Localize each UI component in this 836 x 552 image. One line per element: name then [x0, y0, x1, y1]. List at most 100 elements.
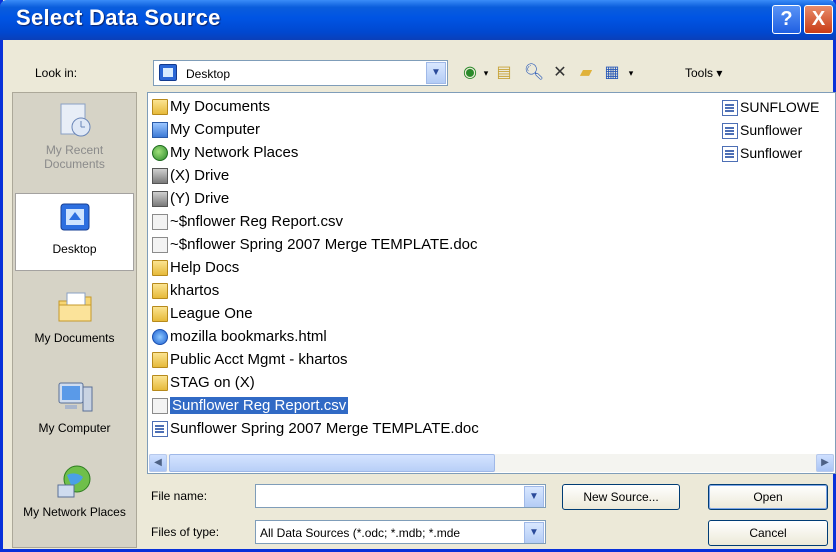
file-name: (Y) Drive — [170, 190, 230, 207]
file-name: Sunflower Spring 2007 Merge TEMPLATE.doc — [170, 420, 479, 437]
list-item[interactable]: My Documents — [152, 96, 270, 118]
tools-label: Tools — [685, 66, 714, 80]
horizontal-scrollbar[interactable]: ◀ ▶ — [149, 454, 834, 472]
folder-icon — [152, 283, 168, 300]
file-name: My Network Places — [170, 144, 299, 161]
file-icon — [152, 237, 168, 254]
list-item[interactable]: STAG on (X) — [152, 372, 255, 394]
place-desktop[interactable]: Desktop — [15, 193, 134, 271]
file-name-input[interactable]: ▼ — [255, 484, 546, 508]
new-source-button[interactable]: New Source... — [562, 484, 680, 510]
network-drive-icon — [152, 168, 168, 185]
folder-icon — [152, 260, 168, 277]
list-item[interactable]: Sunflower — [722, 119, 802, 141]
folder-icon — [152, 352, 168, 369]
list-item[interactable]: Public Acct Mgmt - khartos — [152, 349, 348, 371]
chevron-down-icon[interactable]: ▼ — [524, 486, 544, 507]
place-my-documents[interactable]: My Documents — [15, 289, 134, 357]
file-name: League One — [170, 305, 253, 322]
file-name: My Documents — [170, 98, 271, 115]
select-data-source-dialog: Select Data Source ? X Look in: Desktop … — [0, 0, 836, 552]
look-in-label: Look in: — [35, 66, 78, 80]
file-name: Public Acct Mgmt - khartos — [170, 351, 348, 368]
place-recent-documents[interactable]: My Recent Documents — [15, 101, 134, 191]
list-item[interactable]: SUNFLOWE — [722, 96, 819, 118]
word-document-icon — [152, 421, 168, 438]
cancel-button[interactable]: Cancel — [708, 520, 828, 546]
file-name-label: File name: — [151, 489, 208, 503]
list-item[interactable]: Sunflower — [722, 142, 802, 164]
title-bar: Select Data Source ? X — [0, 0, 836, 40]
file-name: (X) Drive — [170, 167, 230, 184]
folder-icon — [152, 306, 168, 323]
back-dropdown-icon[interactable]: ▾ — [481, 60, 491, 86]
open-button[interactable]: Open — [708, 484, 828, 510]
help-button[interactable]: ? — [772, 5, 801, 34]
file-name: mozilla bookmarks.html — [170, 328, 327, 345]
my-computer-icon — [55, 379, 95, 417]
list-item[interactable]: (Y) Drive — [152, 188, 229, 210]
tools-menu[interactable]: Tools ▾ — [685, 66, 722, 80]
file-name: My Computer — [170, 121, 261, 138]
list-item[interactable]: Sunflower Spring 2007 Merge TEMPLATE.doc — [152, 418, 479, 440]
back-icon[interactable]: ◉ — [459, 60, 481, 86]
file-name: ~$nflower Reg Report.csv — [170, 213, 343, 230]
views-dropdown-icon[interactable]: ▾ — [625, 60, 637, 86]
word-document-icon — [722, 146, 738, 163]
file-list[interactable]: My Documents My Computer My Network Plac… — [147, 92, 836, 474]
files-of-type-value: All Data Sources (*.odc; *.mdb; *.mde — [260, 526, 461, 540]
file-icon — [152, 214, 168, 231]
toolbar: ◉ ▾ ▤ 🔍︎ ✕ ▰ ▦ ▾ Tools ▾ — [459, 60, 759, 86]
views-icon[interactable]: ▦ — [601, 60, 623, 86]
list-item[interactable]: ~$nflower Spring 2007 Merge TEMPLATE.doc — [152, 234, 478, 256]
folder-icon — [152, 99, 168, 116]
file-name: khartos — [170, 282, 220, 299]
place-label: My Network Places — [23, 505, 126, 519]
scroll-left-icon[interactable]: ◀ — [149, 454, 167, 472]
place-label: My Recent Documents — [44, 143, 105, 171]
computer-icon — [152, 122, 168, 139]
internet-explorer-icon — [152, 329, 168, 346]
list-item-selected[interactable]: Sunflower Reg Report.csv — [152, 395, 349, 417]
delete-icon[interactable]: ✕ — [549, 60, 571, 86]
network-icon — [152, 145, 168, 162]
desktop-icon — [159, 64, 177, 81]
up-folder-icon[interactable]: ▤ — [493, 60, 515, 86]
close-button[interactable]: X — [804, 5, 833, 34]
list-item[interactable]: mozilla bookmarks.html — [152, 326, 327, 348]
word-document-icon — [722, 123, 738, 140]
look-in-value: Desktop — [186, 67, 231, 81]
place-label: My Documents — [34, 331, 115, 345]
network-drive-icon — [152, 191, 168, 208]
list-item[interactable]: ~$nflower Reg Report.csv — [152, 211, 343, 233]
new-folder-icon[interactable]: ▰ — [575, 60, 597, 86]
file-name: Help Docs — [170, 259, 240, 276]
file-name: ~$nflower Spring 2007 Merge TEMPLATE.doc — [170, 236, 478, 253]
desktop-icon — [55, 200, 95, 238]
list-item[interactable]: League One — [152, 303, 253, 325]
place-network-places[interactable]: My Network Places — [15, 463, 134, 545]
list-item[interactable]: (X) Drive — [152, 165, 229, 187]
chevron-down-icon[interactable]: ▼ — [524, 522, 544, 543]
place-label: My Computer — [38, 421, 111, 435]
list-item[interactable]: khartos — [152, 280, 219, 302]
file-name: STAG on (X) — [170, 374, 255, 391]
file-icon — [152, 398, 168, 415]
scrollbar-thumb[interactable] — [169, 454, 495, 472]
window-title: Select Data Source — [16, 5, 221, 30]
look-in-dropdown[interactable]: Desktop ▼ — [153, 60, 448, 86]
list-item[interactable]: My Network Places — [152, 142, 298, 164]
files-of-type-label: Files of type: — [151, 525, 220, 539]
place-my-computer[interactable]: My Computer — [15, 379, 134, 447]
network-places-icon — [55, 463, 95, 501]
chevron-down-icon[interactable]: ▼ — [426, 62, 446, 84]
word-document-icon — [722, 100, 738, 117]
place-label: Desktop — [52, 242, 97, 256]
list-item[interactable]: My Computer — [152, 119, 260, 141]
file-name: Sunflower Reg Report.csv — [170, 397, 349, 414]
files-of-type-dropdown[interactable]: All Data Sources (*.odc; *.mdb; *.mde ▼ — [255, 520, 546, 544]
scroll-right-icon[interactable]: ▶ — [816, 454, 834, 472]
list-item[interactable]: Help Docs — [152, 257, 239, 279]
my-documents-icon — [55, 289, 95, 327]
search-web-icon[interactable]: 🔍︎ — [523, 60, 545, 86]
